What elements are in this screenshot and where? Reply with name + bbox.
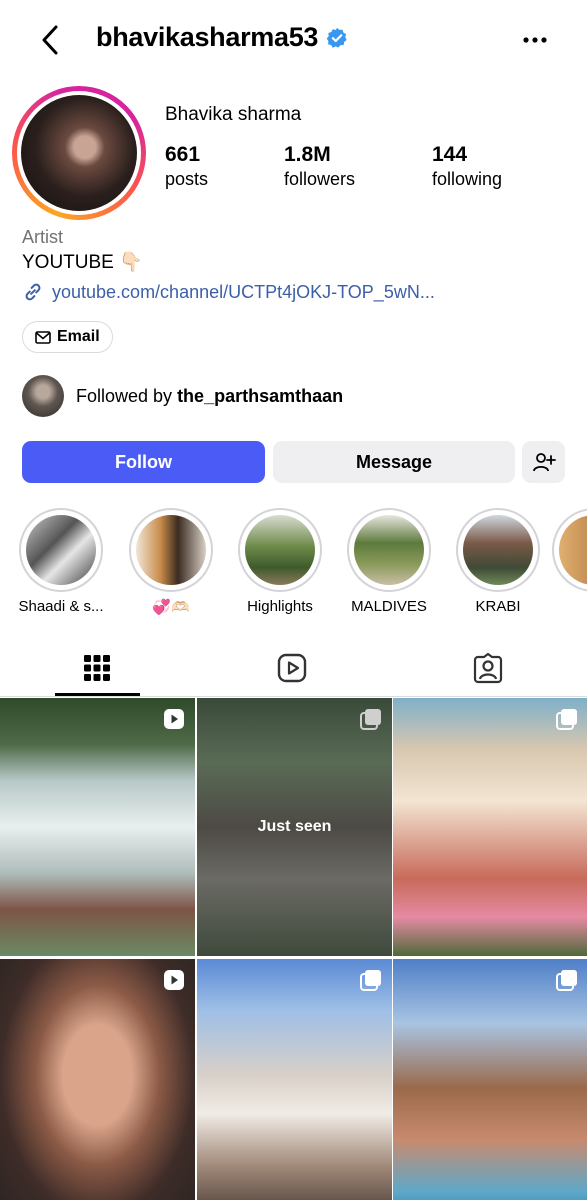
grid-tab-icon[interactable]	[81, 652, 113, 684]
email-button[interactable]: Email	[22, 321, 113, 353]
followed-by-text: Followed by the_parthsamthaan	[76, 386, 343, 407]
profile-category: Artist	[22, 227, 64, 247]
highlight-item-partial[interactable]	[552, 508, 587, 592]
highlight-item[interactable]: MALDIVES	[334, 508, 444, 615]
email-button-label: Email	[57, 328, 100, 345]
highlight-label: Shaadi & s...	[18, 598, 104, 615]
highlight-label: MALDIVES	[351, 598, 427, 615]
highlight-item[interactable]: Highlights	[225, 508, 335, 615]
following-label: following	[432, 169, 503, 189]
following-count: 144	[432, 143, 468, 166]
profile-bio: YOUTUBE 👇🏻	[22, 252, 143, 273]
highlight-item[interactable]: 💞🫶🏻	[116, 508, 226, 616]
followers-count: 1.8M	[284, 143, 331, 166]
verified-badge-icon	[326, 27, 347, 48]
back-arrow-icon[interactable]	[36, 22, 66, 58]
tagged-tab-icon[interactable]	[472, 652, 504, 684]
post-thumbnail[interactable]	[0, 698, 195, 956]
profile-link[interactable]: youtube.com/channel/UCTPt4jOKJ-TOP_5wN..…	[22, 281, 435, 303]
suggest-user-button[interactable]	[522, 441, 565, 483]
highlight-label: KRABI	[475, 598, 521, 615]
reels-tab-icon[interactable]	[276, 652, 308, 684]
more-options-icon[interactable]	[520, 28, 550, 52]
followed-by[interactable]: Followed by the_parthsamthaan	[22, 375, 343, 417]
profile-avatar	[21, 95, 137, 211]
highlight-item[interactable]: Shaadi & s...	[6, 508, 116, 615]
profile-avatar-story-ring[interactable]	[12, 86, 146, 220]
highlight-cover	[136, 515, 206, 585]
carousel-icon	[556, 709, 577, 730]
followed-by-prefix: Followed by	[76, 385, 178, 406]
username-title: bhavikasharma53	[96, 22, 348, 53]
message-button[interactable]: Message	[273, 441, 515, 483]
mail-icon	[35, 330, 51, 344]
posts-count: 661	[165, 143, 201, 166]
highlight-item[interactable]: KRABI	[443, 508, 553, 615]
post-thumbnail[interactable]	[393, 959, 587, 1200]
carousel-icon	[360, 970, 381, 991]
reel-icon	[164, 709, 184, 729]
posts-stat[interactable]: 661 posts	[165, 143, 208, 190]
highlight-label: 💞🫶🏻	[152, 599, 190, 616]
highlight-ring	[456, 508, 540, 592]
post-thumbnail[interactable]	[393, 698, 587, 956]
carousel-icon	[556, 970, 577, 991]
highlight-cover	[463, 515, 533, 585]
followers-label: followers	[284, 169, 356, 189]
follower-avatar	[22, 375, 64, 417]
add-person-icon	[532, 453, 556, 472]
highlight-cover	[354, 515, 424, 585]
highlight-ring	[552, 508, 587, 592]
avatar-border	[17, 91, 141, 215]
highlight-cover	[26, 515, 96, 585]
highlight-ring	[347, 508, 431, 592]
reel-icon	[164, 970, 184, 990]
posts-grid: Just seen	[0, 698, 587, 1200]
just-seen-overlay: Just seen	[257, 818, 332, 835]
post-thumbnail[interactable]	[0, 959, 195, 1200]
highlight-ring	[19, 508, 103, 592]
link-icon	[25, 283, 41, 301]
carousel-icon	[360, 709, 381, 730]
highlight-ring	[129, 508, 213, 592]
followers-stat[interactable]: 1.8M followers	[284, 143, 355, 190]
followed-by-username: the_parthsamthaan	[177, 385, 344, 406]
posts-label: posts	[165, 169, 209, 189]
highlight-label: Highlights	[247, 598, 313, 615]
post-thumbnail[interactable]: Just seen	[197, 698, 392, 956]
profile-header: bhavikasharma53	[0, 0, 587, 80]
post-thumbnail[interactable]	[197, 959, 392, 1200]
active-tab-indicator	[55, 693, 140, 696]
following-stat[interactable]: 144 following	[432, 143, 502, 190]
highlight-cover	[559, 515, 587, 585]
highlight-ring	[238, 508, 322, 592]
highlight-cover	[245, 515, 315, 585]
username-text: bhavikasharma53	[96, 22, 319, 52]
full-name: Bhavika sharma	[165, 104, 302, 125]
profile-link-text: youtube.com/channel/UCTPt4jOKJ-TOP_5wN..…	[52, 281, 435, 302]
profile-tabs	[0, 640, 587, 697]
follow-button[interactable]: Follow	[22, 441, 265, 483]
